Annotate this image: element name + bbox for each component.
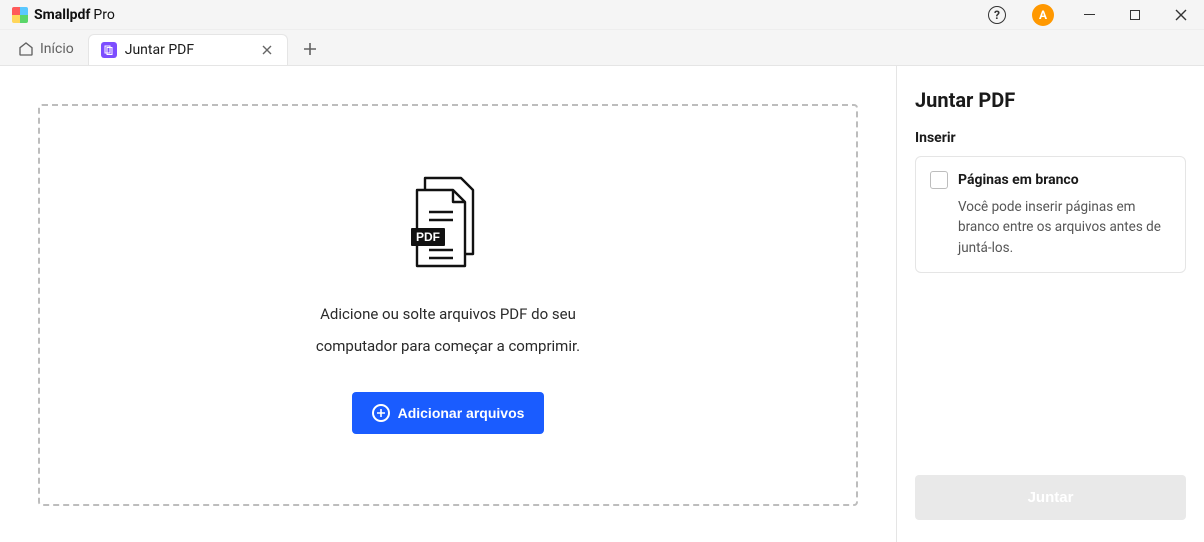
avatar: A [1032,4,1054,26]
add-files-label: Adicionar arquivos [398,405,525,421]
merge-pdf-icon [101,42,117,58]
new-tab-button[interactable] [294,33,326,65]
insert-section-label: Inserir [915,130,1186,146]
dropzone-text-line1: Adicione ou solte arquivos PDF do seu [320,302,576,326]
tab-label: Juntar PDF [125,42,251,58]
sidebar: Juntar PDF Inserir Páginas em branco Voc… [896,66,1204,542]
dropzone-text-line2: computador para começar a comprimir. [316,334,580,358]
blank-pages-description: Você pode inserir páginas em branco entr… [930,197,1171,258]
app-logo [12,7,28,23]
close-icon [1175,9,1187,21]
dropzone[interactable]: PDF Adicione ou solte arquivos PDF do se… [38,104,858,506]
blank-pages-checkbox[interactable] [930,171,948,189]
merge-button[interactable]: Juntar [915,475,1186,520]
tab-close-button[interactable] [259,42,275,58]
blank-pages-card: Páginas em branco Você pode inserir pági… [915,156,1186,273]
sidebar-title: Juntar PDF [915,88,1186,112]
tab-merge-pdf[interactable]: Juntar PDF [88,34,288,65]
minimize-icon [1084,14,1095,16]
blank-pages-title: Páginas em branco [958,172,1079,188]
add-files-button[interactable]: Adicionar arquivos [352,392,545,434]
plus-circle-icon [372,404,390,422]
home-label: Início [40,41,74,57]
titlebar: Smallpdf Pro ? A [0,0,1204,30]
home-icon [18,41,34,57]
svg-text:PDF: PDF [416,230,440,244]
window-minimize-button[interactable] [1066,0,1112,30]
help-icon: ? [988,6,1006,24]
window-close-button[interactable] [1158,0,1204,30]
app-edition: Pro [93,7,114,23]
main-area: PDF Adicione ou solte arquivos PDF do se… [0,66,1204,542]
maximize-icon [1130,10,1140,20]
app-name: Smallpdf [34,7,90,23]
close-icon [262,45,272,55]
account-button[interactable]: A [1020,0,1066,30]
pdf-stack-icon: PDF [407,176,489,276]
home-button[interactable]: Início [8,33,84,65]
tab-strip: Início Juntar PDF [0,30,1204,66]
window-maximize-button[interactable] [1112,0,1158,30]
plus-icon [303,42,317,56]
canvas: PDF Adicione ou solte arquivos PDF do se… [0,66,896,542]
help-button[interactable]: ? [974,0,1020,30]
